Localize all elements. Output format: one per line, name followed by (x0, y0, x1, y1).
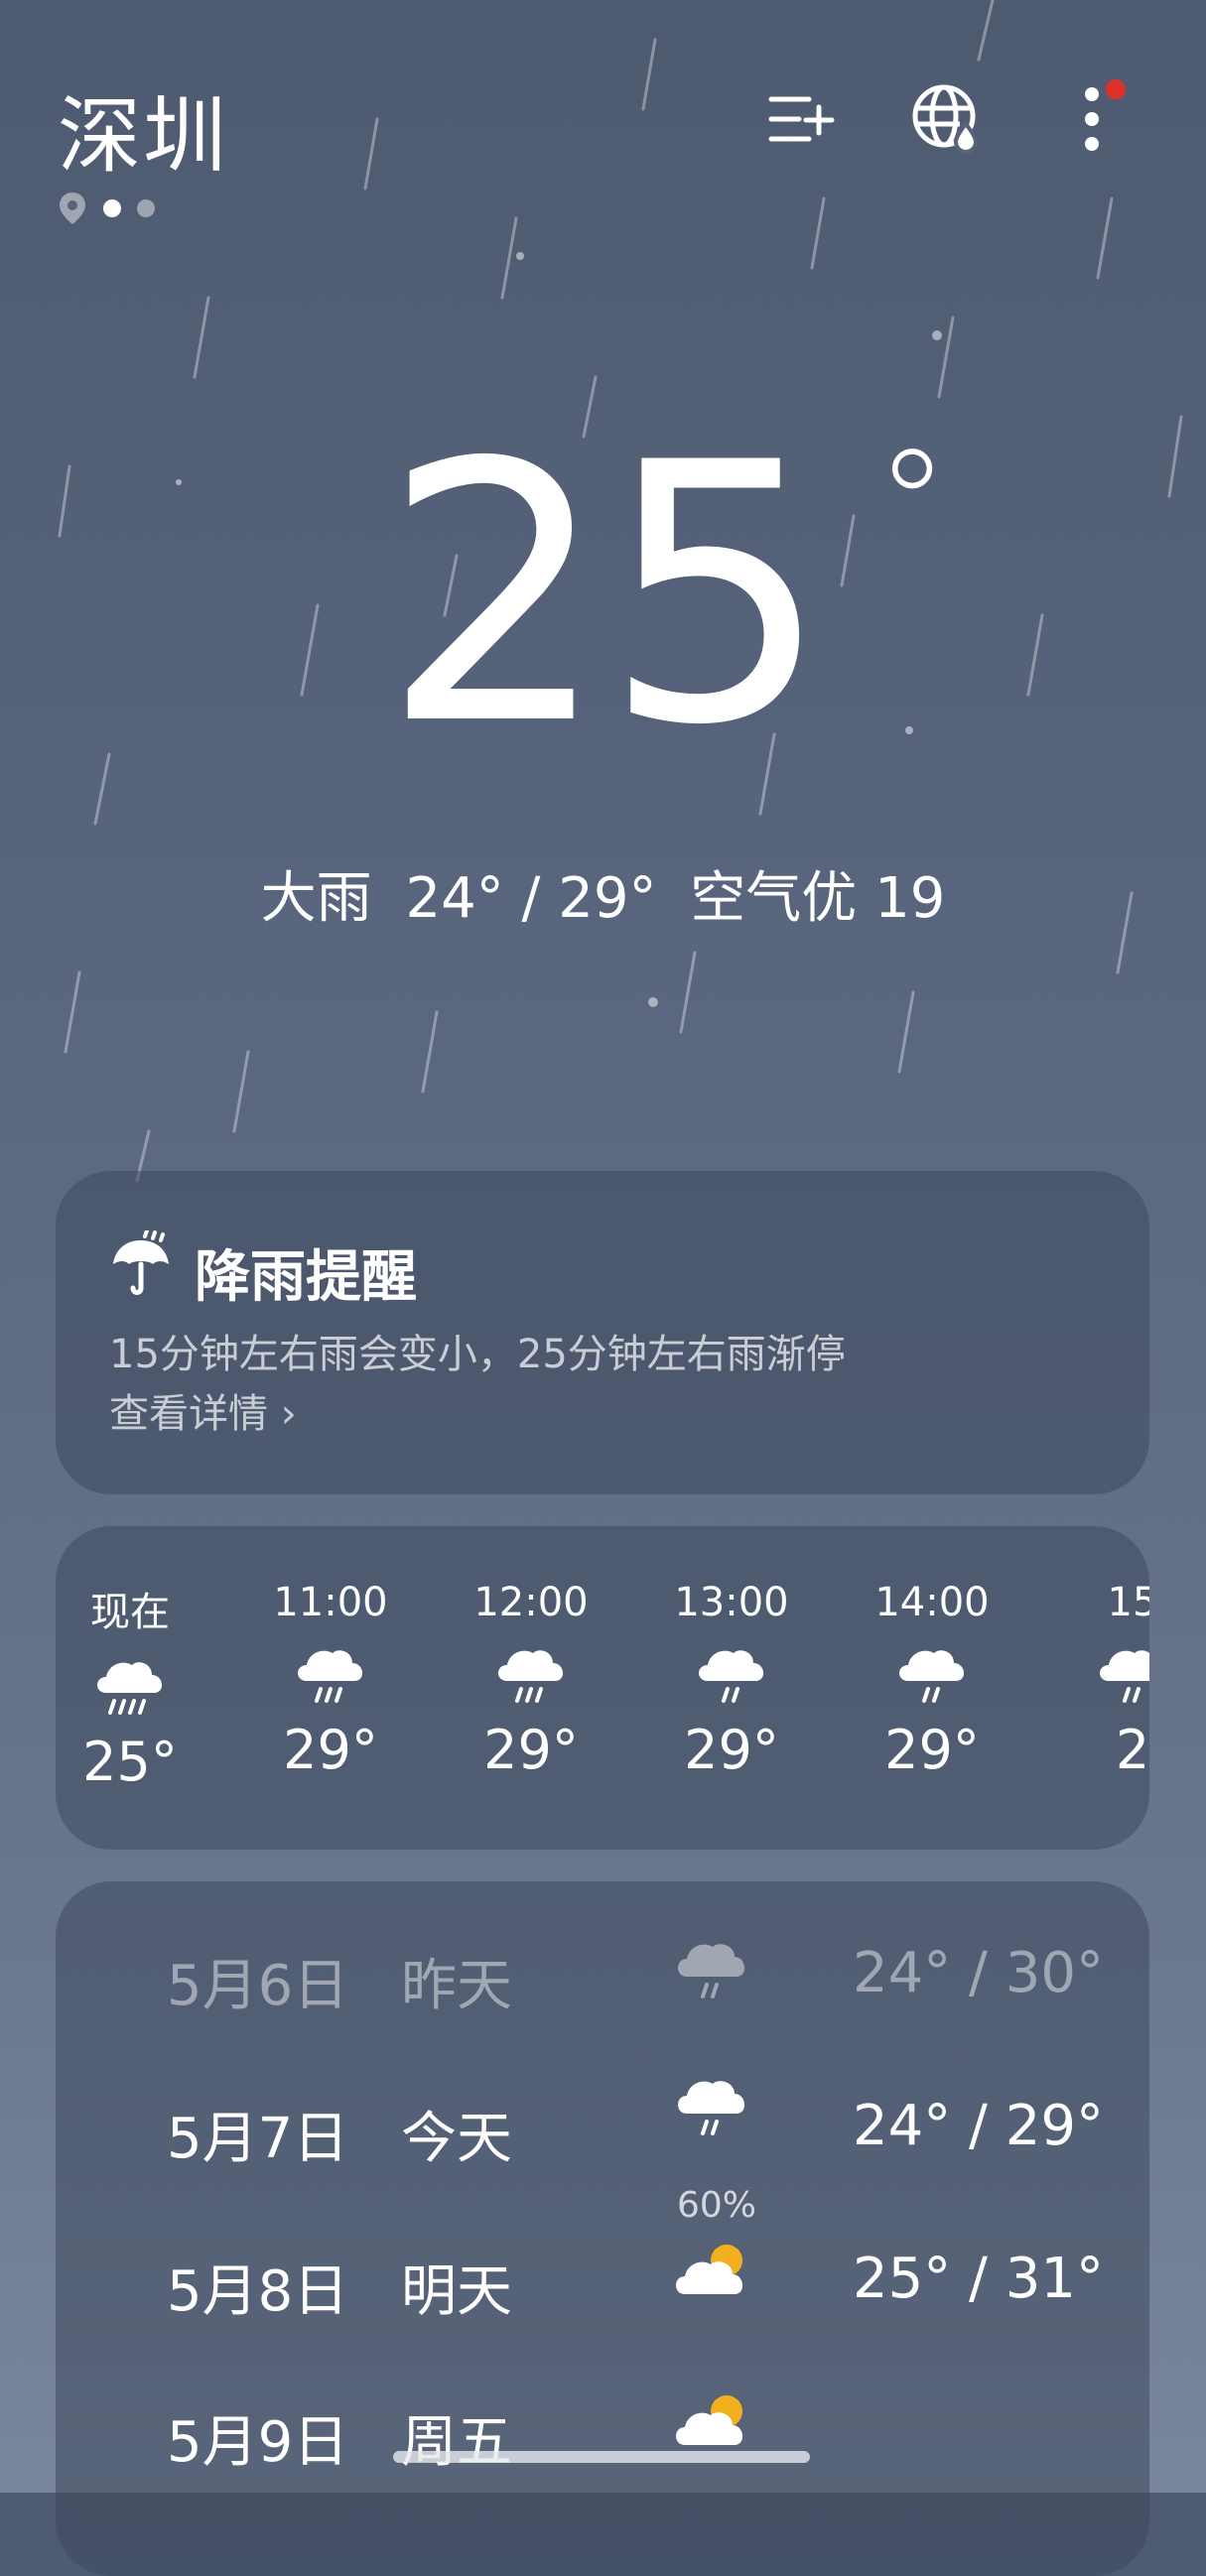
location-pin-icon (60, 193, 85, 224)
day-date: 5月7日 (167, 2107, 349, 2171)
rain-alert-message: 15分钟左右雨会变小，25分钟左右雨渐停 (109, 1332, 846, 1377)
hourly-item: 15 2 (1058, 1580, 1149, 1781)
hourly-temp: 29° (884, 1719, 980, 1781)
range-separator: / (969, 1941, 988, 2005)
day-low: 24° (852, 1941, 952, 2005)
day-low: 25° (852, 2247, 952, 2311)
list-add-icon (768, 96, 835, 142)
temperature-value: 25 (381, 387, 830, 803)
hourly-temp: 2 (1115, 1719, 1149, 1781)
page-dot (137, 199, 155, 217)
day-name: 昨天 (401, 1954, 512, 2018)
day-date: 5月8日 (167, 2259, 349, 2324)
day-low: 24° (852, 2094, 952, 2158)
rain-icon (678, 1944, 745, 1998)
heavy-rain-icon (97, 1662, 163, 1715)
daily-forecast-card[interactable]: 5月6日 昨天 24° / 30° 5月7日 今天 60% 24° / 29° … (56, 1881, 1149, 2576)
day-date: 5月9日 (167, 2410, 349, 2475)
day-date: 5月6日 (167, 1954, 349, 2018)
rain-icon (298, 1650, 363, 1703)
rain-alert-title: 降雨提醒 (195, 1245, 417, 1310)
rain-icon (678, 2081, 745, 2135)
hourly-time: 12:00 (473, 1580, 589, 1625)
view-details-link[interactable]: 查看详情 › (109, 1381, 297, 1439)
hourly-item: 现在 25° (56, 1580, 204, 1793)
rain-alert-card[interactable]: 降雨提醒 15分钟左右雨会变小，25分钟左右雨渐停 查看详情 › (56, 1171, 1149, 1494)
degree-symbol: ° (874, 419, 950, 591)
precipitation-probability: 60% (676, 2185, 756, 2226)
hourly-item: 13:00 29° (657, 1580, 806, 1781)
hourly-temp: 25° (82, 1731, 178, 1793)
global-weather-button[interactable] (907, 79, 987, 159)
hourly-time: 11:00 (273, 1580, 388, 1625)
daily-row-yesterday[interactable]: 5月6日 昨天 24° / 30° (111, 1941, 1104, 2060)
day-name: 明天 (401, 2259, 512, 2324)
weather-summary[interactable]: 大雨 24° / 29° 空气优 19 (0, 853, 1206, 934)
umbrella-rain-icon (113, 1230, 169, 1295)
rain-icon (498, 1650, 564, 1703)
hourly-temp: 29° (283, 1719, 378, 1781)
notification-badge (1106, 79, 1126, 99)
day-temp-range: 25° / 31° (853, 2247, 1104, 2311)
more-vertical-icon (1085, 87, 1099, 151)
current-temperature: 25 ° (0, 417, 1206, 774)
day-name: 今天 (401, 2107, 512, 2171)
hourly-time: 13:00 (674, 1580, 789, 1625)
day-high: 30° (1005, 1941, 1104, 2005)
light-rain-icon (1100, 1650, 1149, 1703)
globe-drop-icon (912, 84, 979, 155)
hourly-item: 14:00 29° (858, 1580, 1006, 1781)
daily-row-today[interactable]: 5月7日 今天 60% 24° / 29° (111, 2081, 1104, 2226)
more-options-button[interactable] (1052, 79, 1132, 159)
page-dot-active (103, 199, 121, 217)
light-rain-icon (699, 1650, 764, 1703)
light-rain-icon (899, 1650, 965, 1703)
manage-cities-button[interactable] (760, 79, 840, 159)
day-high: 31° (1005, 2247, 1104, 2311)
partly-cloudy-icon (676, 2245, 743, 2294)
day-high: 29° (1005, 2094, 1104, 2158)
hourly-forecast-card[interactable]: 现在 25° 11:00 29° 12:00 29° 13:00 29° 14:… (56, 1526, 1149, 1850)
day-name: 周五 (401, 2410, 512, 2475)
range-separator: / (969, 2094, 988, 2158)
hourly-item: 11:00 29° (256, 1580, 405, 1781)
range-separator: / (969, 2247, 988, 2311)
temp-range-text: 24° / 29° (405, 866, 657, 931)
day-temp-range: 24° / 29° (853, 2094, 1104, 2158)
city-name[interactable]: 深圳 (58, 69, 228, 190)
home-indicator[interactable] (393, 2451, 810, 2463)
hourly-time: 现在 (90, 1590, 170, 1635)
day-temp-range: 24° / 30° (853, 1941, 1104, 2005)
aqi-text: 空气优 19 (690, 866, 946, 931)
hourly-item: 12:00 29° (457, 1580, 605, 1781)
hourly-time: 14:00 (874, 1580, 990, 1625)
page-indicator (58, 191, 155, 226)
hourly-temp: 29° (684, 1719, 779, 1781)
daily-row-tomorrow[interactable]: 5月8日 明天 25° / 31° (111, 2245, 1104, 2366)
condition-text: 大雨 (260, 866, 372, 931)
hourly-temp: 29° (483, 1719, 579, 1781)
hourly-time: 15 (1107, 1580, 1149, 1625)
